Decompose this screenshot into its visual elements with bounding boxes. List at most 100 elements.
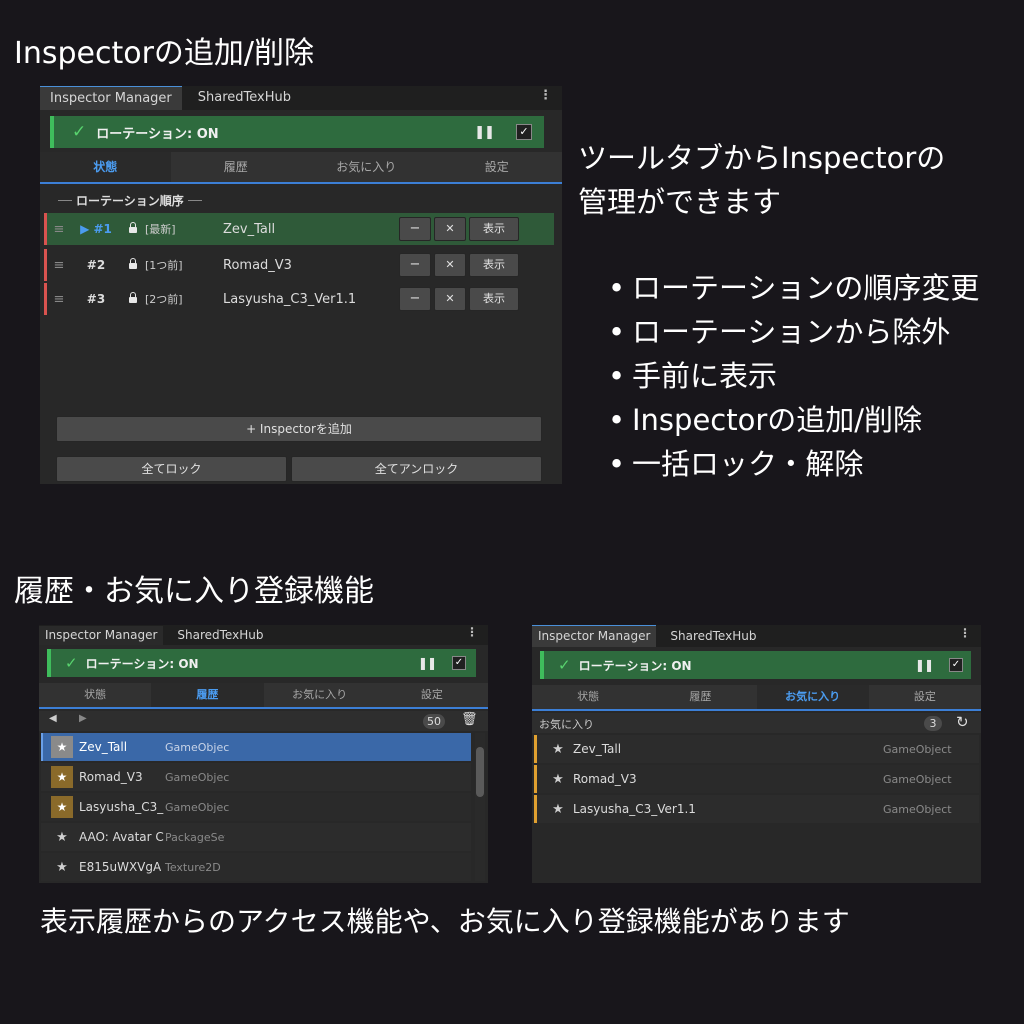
subtab-settings[interactable]: 設定: [432, 152, 563, 182]
favorite-item[interactable]: ★ Lasyusha_C3_Ver1.1 GameObject: [534, 795, 979, 823]
more-options-icon[interactable]: ⋮: [539, 88, 552, 103]
favorite-item[interactable]: ★ Romad_V3 GameObject: [534, 765, 979, 793]
subtab-history[interactable]: 履歴: [171, 152, 302, 182]
favorites-toolbar: お気に入り 3 ↻: [532, 713, 981, 733]
remove-button[interactable]: ✕: [434, 217, 466, 241]
show-button[interactable]: 表示: [469, 253, 519, 277]
rotation-checkbox[interactable]: ✓: [452, 656, 466, 670]
row-accent: [534, 735, 537, 763]
show-button[interactable]: 表示: [469, 217, 519, 241]
scrollbar-thumb[interactable]: [476, 747, 484, 797]
show-button[interactable]: 表示: [469, 287, 519, 311]
subtab-favorites[interactable]: お気に入り: [264, 683, 376, 707]
history-item-name: Lasyusha_C3_: [79, 800, 164, 814]
row-index: #2: [86, 258, 106, 272]
subtab-favorites[interactable]: お気に入り: [301, 152, 432, 182]
scrollbar[interactable]: [475, 733, 485, 881]
rotation-row[interactable]: ≡ ▶ #1 [最新] Zev_Tall − ✕ 表示: [44, 213, 554, 245]
subtab-favorites[interactable]: お気に入り: [756, 685, 869, 709]
subtab-settings[interactable]: 設定: [869, 685, 981, 709]
rotation-checkbox[interactable]: ✓: [516, 124, 532, 140]
feature-item: 一括ロック・解除: [608, 442, 979, 486]
subtab-history[interactable]: 履歴: [151, 683, 264, 707]
section-caption: 表示履歴からのアクセス機能や、お気に入り登録機能があります: [40, 905, 850, 938]
history-item[interactable]: ★ AAO: Avatar C PackageSet: [41, 823, 471, 851]
window-tab-sharedtexhub[interactable]: SharedTexHub: [660, 625, 766, 647]
star-icon[interactable]: ★: [547, 802, 569, 817]
more-options-icon[interactable]: ⋮: [959, 626, 971, 640]
drag-handle-icon[interactable]: ≡: [47, 258, 71, 273]
row-tag: [1つ前]: [145, 259, 183, 272]
unlock-all-button[interactable]: 全てアンロック: [291, 456, 542, 482]
remove-button[interactable]: ✕: [434, 287, 466, 311]
drag-handle-icon[interactable]: ≡: [47, 292, 71, 307]
check-icon: ✓: [72, 122, 87, 142]
description-line: ツールタブからInspectorの: [578, 141, 946, 175]
rotation-toggle-bar[interactable]: ✓ ローテーション: ON ❚❚ ✓: [50, 116, 544, 148]
history-item[interactable]: ★ E815uWXVgA Texture2D: [41, 853, 471, 881]
rotation-row[interactable]: ≡ #2 [1つ前] Romad_V3 − ✕ 表示: [44, 249, 554, 281]
subtab-status[interactable]: 状態: [39, 683, 151, 707]
subtab-status[interactable]: 状態: [40, 152, 171, 182]
lock-icon[interactable]: [121, 257, 145, 273]
pause-icon[interactable]: ❚❚: [474, 125, 495, 140]
pause-icon[interactable]: ❚❚: [418, 656, 437, 670]
favorite-item-type: GameObject: [883, 802, 952, 816]
history-item[interactable]: ★ Lasyusha_C3_ GameObjec: [41, 793, 471, 821]
window-tab-inspector-manager[interactable]: Inspector Manager: [39, 626, 164, 645]
rotation-label: ローテーション: ON: [85, 656, 199, 671]
rotation-row[interactable]: ≡ #3 [2つ前] Lasyusha_C3_Ver1.1 − ✕ 表示: [44, 283, 554, 315]
section-heading-inspector: Inspectorの追加/削除: [14, 36, 315, 71]
window-tab-sharedtexhub[interactable]: SharedTexHub: [167, 625, 273, 645]
back-icon[interactable]: ◀: [49, 713, 57, 724]
exclude-button[interactable]: −: [399, 217, 431, 241]
rotation-checkbox[interactable]: ✓: [949, 658, 963, 672]
exclude-button[interactable]: −: [399, 287, 431, 311]
star-icon[interactable]: ★: [51, 830, 73, 845]
rotation-toggle-bar[interactable]: ✓ ローテーション: ON ❚❚ ✓: [540, 651, 971, 679]
add-inspector-button[interactable]: + Inspectorを追加: [56, 416, 542, 442]
star-icon[interactable]: ★: [547, 742, 569, 757]
favorite-star-icon[interactable]: ★: [51, 796, 73, 818]
forward-icon[interactable]: ▶: [79, 713, 87, 724]
favorite-item-name: Romad_V3: [573, 772, 637, 786]
star-icon[interactable]: ★: [547, 772, 569, 787]
window-tab-inspector-manager[interactable]: Inspector Manager: [40, 86, 182, 110]
history-item[interactable]: ★ Romad_V3 GameObjec: [41, 763, 471, 791]
favorite-star-icon[interactable]: ★: [51, 766, 73, 788]
lock-all-button[interactable]: 全てロック: [56, 456, 287, 482]
exclude-button[interactable]: −: [399, 253, 431, 277]
subtab-bar: 状態 履歴 お気に入り 設定: [532, 685, 981, 711]
trash-icon[interactable]: 🗑: [461, 712, 478, 727]
history-item-type: PackageSet: [165, 830, 225, 844]
section-label: ローテーション順序: [76, 194, 184, 208]
subtab-settings[interactable]: 設定: [376, 683, 488, 707]
subtab-status[interactable]: 状態: [532, 685, 644, 709]
remove-button[interactable]: ✕: [434, 253, 466, 277]
rotation-label: ローテーション: ON: [578, 658, 692, 673]
feature-item: Inspectorの追加/削除: [608, 398, 979, 442]
favorites-list-label: お気に入り: [539, 718, 594, 731]
more-options-icon[interactable]: ⋮: [466, 625, 478, 639]
row-accent: [534, 795, 537, 823]
history-item[interactable]: ★ Zev_Tall GameObjec: [41, 733, 471, 761]
lock-icon[interactable]: [121, 291, 145, 307]
refresh-icon[interactable]: ↻: [956, 713, 969, 731]
favorite-star-icon[interactable]: ★: [51, 736, 73, 758]
favorite-item[interactable]: ★ Zev_Tall GameObject: [534, 735, 979, 763]
lock-icon[interactable]: [121, 221, 145, 237]
row-object-name: Lasyusha_C3_Ver1.1: [223, 291, 357, 307]
row-tag: [最新]: [145, 223, 176, 236]
description-line: 管理ができます: [578, 185, 782, 219]
row-object-name: Zev_Tall: [223, 221, 276, 237]
rotation-toggle-bar[interactable]: ✓ ローテーション: ON ❚❚ ✓: [47, 649, 476, 677]
drag-handle-icon[interactable]: ≡: [47, 222, 71, 237]
window-tab-inspector-manager[interactable]: Inspector Manager: [532, 625, 657, 647]
subtab-history[interactable]: 履歴: [644, 685, 756, 709]
window-tab-sharedtexhub[interactable]: SharedTexHub: [188, 86, 301, 110]
star-icon[interactable]: ★: [51, 860, 73, 875]
window-tab-bar: Inspector Manager SharedTexHub ⋮: [532, 625, 981, 647]
pause-icon[interactable]: ❚❚: [915, 658, 934, 672]
row-object-name: Romad_V3: [223, 257, 292, 273]
history-toolbar: ◀ ▶ 50 🗑: [39, 711, 488, 731]
